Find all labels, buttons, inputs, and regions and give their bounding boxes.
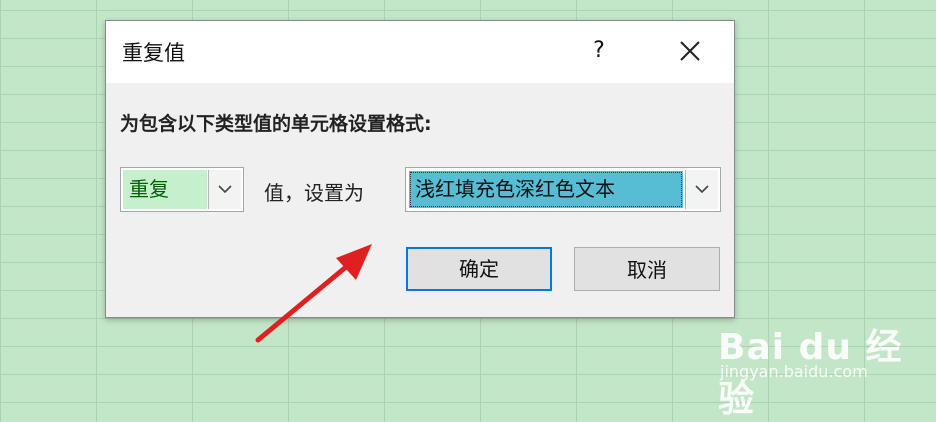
cancel-button[interactable]: 取消 xyxy=(574,247,720,291)
dialog-titlebar: 重复值 ? xyxy=(106,21,734,83)
format-selected: 浅红填充色深红色文本 xyxy=(409,171,683,208)
chevron-down-icon xyxy=(695,185,709,194)
dialog-title: 重复值 xyxy=(122,41,185,65)
value-type-selected: 重复 xyxy=(123,170,207,209)
close-button[interactable] xyxy=(672,33,708,69)
ok-button[interactable]: 确定 xyxy=(406,247,552,291)
value-type-dropdown-button[interactable] xyxy=(208,170,241,209)
duplicate-values-dialog: 重复值 ? 为包含以下类型值的单元格设置格式: 重复 值，设置为 浅红填充色深红… xyxy=(105,20,735,318)
baidu-watermark: Bai du 经验 jingyan.baidu.com xyxy=(718,300,928,420)
value-type-select[interactable]: 重复 xyxy=(120,167,244,212)
format-prompt: 为包含以下类型值的单元格设置格式: xyxy=(120,113,432,135)
format-select[interactable]: 浅红填充色深红色文本 xyxy=(405,167,721,212)
help-button[interactable]: ? xyxy=(584,33,614,69)
close-icon xyxy=(680,41,700,61)
format-dropdown-button[interactable] xyxy=(685,170,718,209)
watermark-url: jingyan.baidu.com xyxy=(720,362,868,381)
set-as-label: 值，设置为 xyxy=(264,181,364,205)
chevron-down-icon xyxy=(218,185,232,194)
